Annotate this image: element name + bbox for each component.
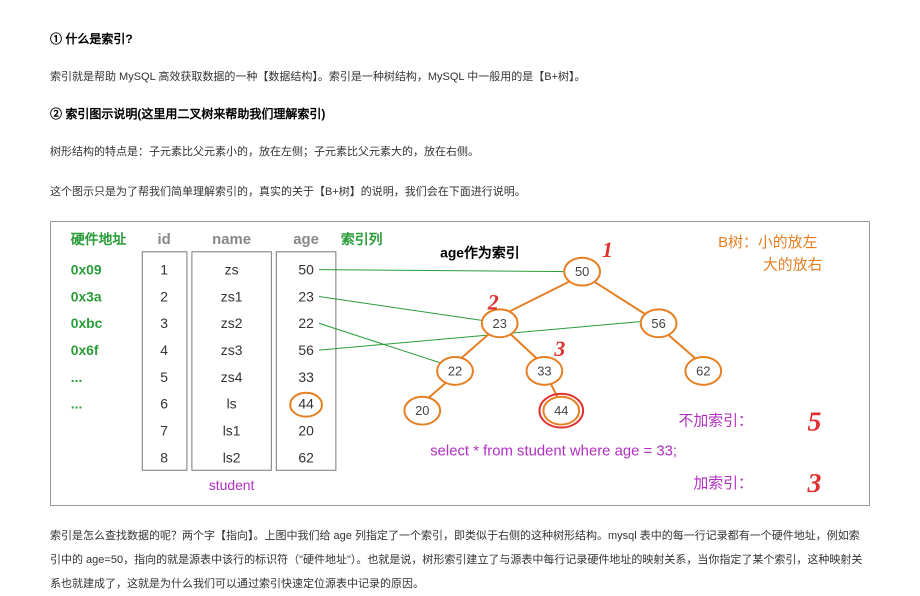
hw-addr-4: ... (71, 368, 83, 384)
cell-age-0: 50 (298, 261, 314, 277)
red-step-3: 3 (553, 337, 565, 361)
green-line-23 (319, 296, 488, 321)
cell-age-4: 33 (298, 368, 314, 384)
cell-age-7: 62 (298, 449, 314, 465)
hw-addr-2: 0xbc (71, 315, 103, 331)
paragraph-3: 这个图示只是为了帮我们简单理解索引的，真实的关于【B+树】的说明，我们会在下面进… (50, 180, 870, 204)
tree-node-56: 56 (641, 309, 677, 337)
btree-note-1: B树：小的放左 (718, 233, 817, 250)
red-step-1: 1 (602, 237, 613, 261)
with-index-label: 加索引： (693, 475, 752, 492)
hw-addr-5: ... (71, 395, 83, 411)
no-index-label: 不加索引： (678, 412, 752, 429)
svg-text:50: 50 (575, 264, 589, 279)
heading-1: ① 什么是索引? (50, 30, 870, 47)
cell-id-7: 8 (160, 449, 168, 465)
cell-name-0: zs (225, 261, 239, 277)
svg-text:20: 20 (415, 403, 429, 418)
cell-name-7: ls2 (223, 449, 241, 465)
cell-name-1: zs1 (221, 288, 243, 304)
hw-addr-3: 0x6f (71, 342, 99, 358)
edge-50-56 (594, 281, 649, 316)
cell-name-2: zs2 (221, 315, 243, 331)
btree-note-2: 大的放右 (763, 256, 823, 273)
cell-id-2: 3 (160, 315, 168, 331)
paragraph-2: 树形结构的特点是：子元素比父元素小的，放在左侧；子元素比父元素大的，放在右侧。 (50, 140, 870, 164)
col-id-header: id (157, 231, 170, 247)
col-name-header: name (212, 231, 251, 247)
cell-name-4: zs4 (221, 368, 243, 384)
table-name-label: student (209, 477, 255, 493)
hw-addr-1: 0x3a (71, 288, 102, 304)
cell-id-5: 6 (160, 395, 168, 411)
svg-text:22: 22 (448, 363, 462, 378)
tree-node-50: 50 (564, 257, 600, 285)
with-index-value: 3 (807, 468, 822, 499)
paragraph-1: 索引就是帮助 MySQL 高效获取数据的一种【数据结构】。索引是一种树结构，My… (50, 65, 870, 89)
cell-id-0: 1 (160, 261, 168, 277)
hw-addr-label: 硬件地址 (71, 230, 127, 246)
tree-node-20: 20 (404, 396, 440, 424)
cell-age-6: 20 (298, 422, 314, 438)
cell-id-3: 4 (160, 342, 168, 358)
svg-text:44: 44 (554, 403, 568, 418)
svg-text:23: 23 (493, 315, 507, 330)
green-line-50 (319, 269, 569, 271)
tree-node-62: 62 (685, 357, 721, 385)
age-as-index-label: age作为索引 (440, 244, 520, 260)
no-index-value: 5 (808, 406, 822, 437)
cell-age-5: 44 (298, 395, 314, 411)
cell-id-1: 2 (160, 288, 168, 304)
edge-23-33 (510, 333, 540, 361)
cell-name-6: ls1 (223, 422, 241, 438)
edge-56-62 (667, 333, 699, 361)
col-age-header: age (293, 231, 319, 247)
table-rows: 1 zs 50 2 zs1 23 3 zs2 22 4 zs3 56 5 zs4… (160, 261, 322, 465)
cell-id-4: 5 (160, 368, 168, 384)
cell-age-1: 23 (298, 288, 314, 304)
red-step-2: 2 (487, 290, 499, 314)
svg-text:33: 33 (537, 363, 551, 378)
cell-id-6: 7 (160, 422, 168, 438)
tree-node-22: 22 (437, 357, 473, 385)
hw-addr-0: 0x09 (71, 261, 102, 277)
index-col-label: 索引列 (341, 230, 383, 246)
sql-query: select * from student where age = 33; (430, 443, 677, 459)
svg-text:56: 56 (651, 315, 665, 330)
tree-node-33: 33 (527, 357, 563, 385)
cell-name-5: ls (227, 395, 237, 411)
cell-age-2: 22 (298, 315, 314, 331)
cell-name-3: zs3 (221, 342, 243, 358)
svg-text:62: 62 (696, 363, 710, 378)
diagram-svg: 硬件地址 id name age 索引列 age作为索引 0x09 0x3a 0… (51, 222, 869, 505)
cell-age-3: 56 (298, 342, 314, 358)
paragraph-4: 索引是怎么查找数据的呢？两个字【指向】。上图中我们给 age 列指定了一个索引，… (50, 524, 870, 596)
tree-node-44: 44 (539, 393, 583, 427)
heading-2: ② 索引图示说明(这里用二叉树来帮助我们理解索引) (50, 105, 870, 122)
index-diagram: 硬件地址 id name age 索引列 age作为索引 0x09 0x3a 0… (50, 221, 870, 506)
